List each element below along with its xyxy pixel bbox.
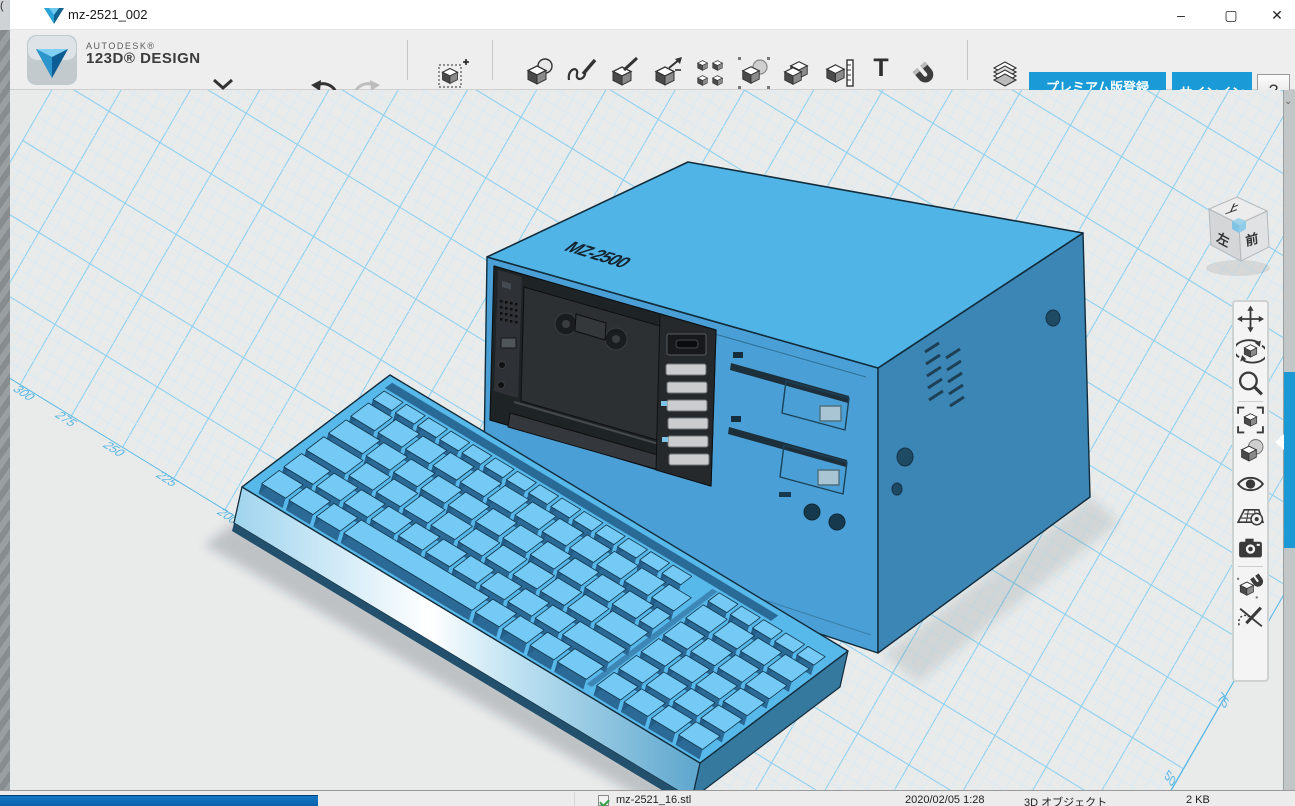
svg-text:300: 300 xyxy=(10,384,39,403)
background-taskbar xyxy=(0,795,318,806)
transform-tool[interactable] xyxy=(436,56,470,90)
group-tool[interactable] xyxy=(737,56,771,90)
sketch-visibility-tool[interactable] xyxy=(1236,602,1265,632)
toolbar-separator xyxy=(407,40,408,80)
material-shading-tool[interactable] xyxy=(1236,437,1265,467)
screen: { "window": { "title": "mz-2521_002", "c… xyxy=(0,0,1295,806)
screenshot-tool[interactable] xyxy=(1236,533,1265,563)
brand: AUTODESK® 123D® DESIGN xyxy=(86,42,201,67)
svg-text:250: 250 xyxy=(99,440,128,459)
close-button[interactable]: ✕ xyxy=(1254,0,1295,30)
snap-tool[interactable] xyxy=(1236,570,1265,600)
background-window-sliver: ( xyxy=(0,0,10,806)
modify-tool[interactable] xyxy=(651,56,685,90)
file-size: 2 KB xyxy=(1186,794,1210,806)
combine-tool[interactable] xyxy=(780,56,814,90)
cassette-buttons xyxy=(656,314,716,486)
zoom-tool[interactable] xyxy=(1236,368,1265,398)
svg-text:275: 275 xyxy=(51,410,80,429)
file-type: 3D オブジェクト xyxy=(1024,794,1107,806)
expand-panel-arrow-icon[interactable] xyxy=(1275,434,1284,450)
measure-tool[interactable] xyxy=(822,56,856,90)
brand-123d-design: 123D® DESIGN xyxy=(86,51,201,67)
window-title: mz-2521_002 xyxy=(68,7,148,22)
toolbar-separator xyxy=(492,40,493,80)
visibility-tool[interactable] xyxy=(1236,469,1265,499)
construct-tool[interactable] xyxy=(608,56,642,90)
app-logo-icon xyxy=(42,5,66,29)
app-icon[interactable] xyxy=(27,35,77,85)
collapsed-panel-handle[interactable] xyxy=(1284,372,1295,548)
minimize-button[interactable]: – xyxy=(1158,0,1204,30)
pan-tool[interactable] xyxy=(1236,304,1265,334)
file-modified-date: 2020/02/05 1:28 xyxy=(905,794,985,806)
scrollbar-chevron-icon[interactable]: ⌄ xyxy=(1284,96,1292,107)
view-cube[interactable]: 上 左 前 xyxy=(1180,185,1283,290)
text-tool[interactable]: T xyxy=(864,54,898,83)
svg-text:50: 50 xyxy=(1163,767,1178,790)
navigation-palette xyxy=(1232,300,1269,682)
scene-svg: 300 275 250 225 200 175 125 100 75 100 7… xyxy=(10,90,1283,790)
background-file-window[interactable]: mz-2521_16.stl 2020/02/05 1:28 3D オブジェクト… xyxy=(0,790,1295,806)
palette-divider xyxy=(1238,401,1263,402)
stl-file-icon xyxy=(598,795,609,806)
column-divider xyxy=(574,792,575,806)
export-layers-icon[interactable] xyxy=(988,56,1022,90)
orbit-tool[interactable] xyxy=(1236,336,1265,366)
toolbar-separator xyxy=(967,40,968,80)
palette-divider xyxy=(1238,566,1263,567)
primitives-tool[interactable] xyxy=(522,56,556,90)
titlebar: mz-2521_002 – ▢ ✕ xyxy=(10,0,1295,30)
maximize-button[interactable]: ▢ xyxy=(1208,0,1254,30)
file-name[interactable]: mz-2521_16.stl xyxy=(616,794,691,806)
viewport-3d-canvas[interactable]: 300 275 250 225 200 175 125 100 75 100 7… xyxy=(10,90,1283,790)
background-window-glyph: ( xyxy=(0,0,10,30)
grid-visibility-tool[interactable] xyxy=(1236,501,1265,531)
fit-view-tool[interactable] xyxy=(1236,405,1265,435)
pattern-tool[interactable] xyxy=(693,56,727,90)
sketch-tool[interactable] xyxy=(565,56,599,90)
toolbar: AUTODESK® 123D® DESIGN xyxy=(10,30,1295,90)
snap-magnet-tool[interactable] xyxy=(907,56,941,90)
